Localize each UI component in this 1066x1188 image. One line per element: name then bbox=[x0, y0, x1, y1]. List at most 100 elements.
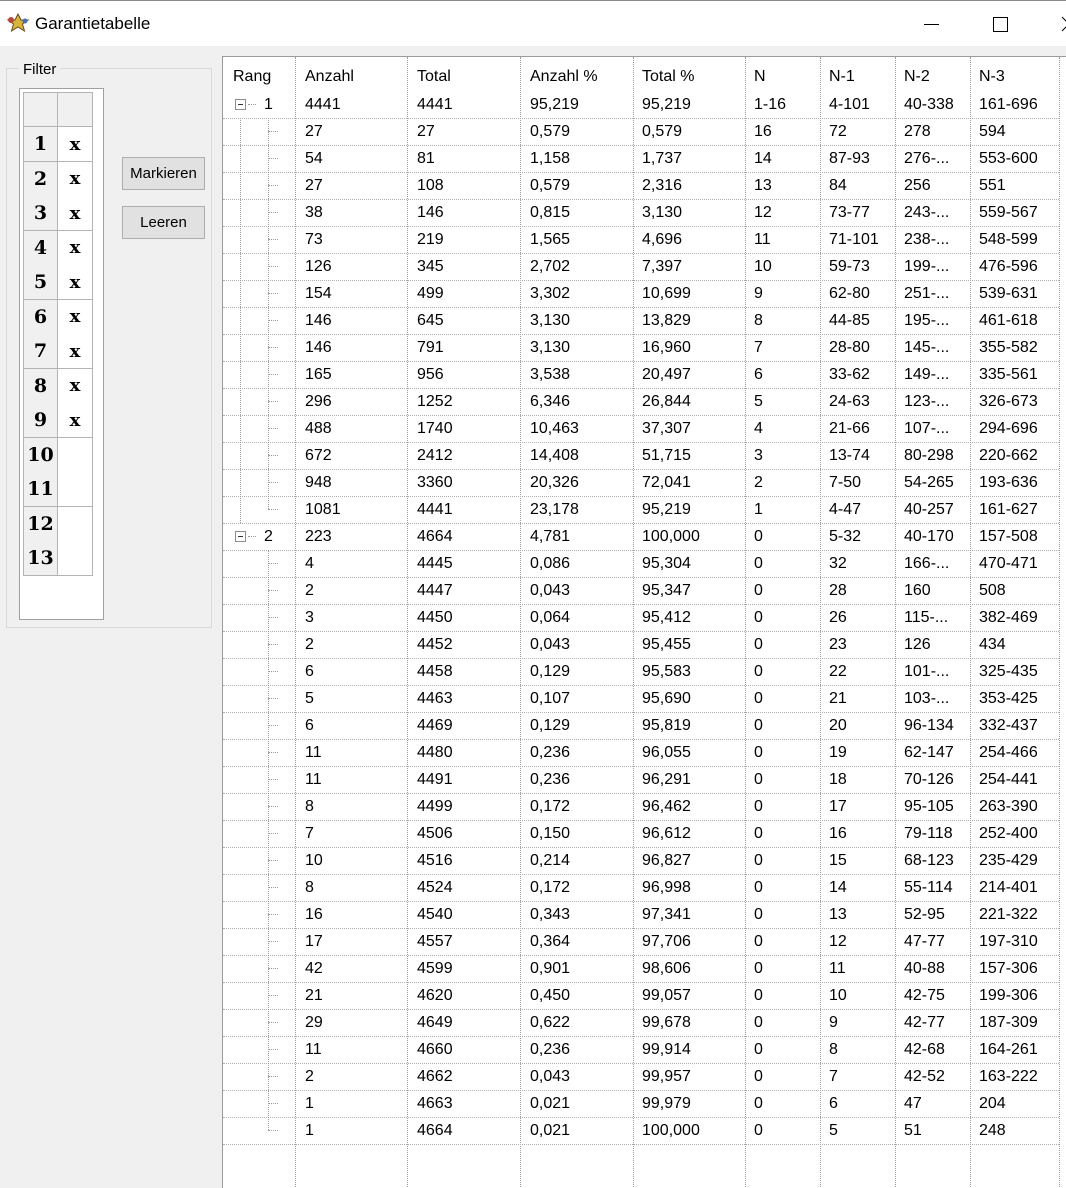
table-cell: 10 bbox=[754, 258, 772, 275]
table-row[interactable]: 154 499 3,302 10,699 9 62-80 251-... 539-631 bbox=[223, 280, 1066, 307]
column-header[interactable]: Total bbox=[417, 63, 451, 90]
table-row[interactable]: 54 81 1,158 1,737 14 87-93 276-... 553-600 bbox=[223, 145, 1066, 172]
column-header[interactable]: N-3 bbox=[979, 63, 1005, 90]
column-header[interactable]: N bbox=[754, 63, 766, 90]
table-row[interactable]: 1 4663 0,021 99,979 0 6 47 204 bbox=[223, 1090, 1066, 1117]
table-group-row[interactable]: 1 4441 4441 95,219 95,219 1-16 4-101 40-338 161-… bbox=[223, 91, 1066, 118]
table-cell: 1 bbox=[754, 501, 763, 518]
filter-row-mark[interactable]: x bbox=[58, 265, 93, 300]
filter-row[interactable]: 4x bbox=[23, 230, 93, 266]
table-row[interactable]: 672 2412 14,408 51,715 3 13-74 80-298 220-662 bbox=[223, 442, 1066, 469]
filter-row[interactable]: 12 bbox=[23, 506, 93, 542]
table-row[interactable]: 6 4458 0,129 95,583 0 22 101-... 325-435 bbox=[223, 658, 1066, 685]
column-header[interactable]: Anzahl % bbox=[530, 63, 598, 90]
table-row[interactable]: 1 4664 0,021 100,000 0 5 51 248 bbox=[223, 1117, 1066, 1144]
column-header[interactable]: N-1 bbox=[829, 63, 855, 90]
filter-row[interactable]: 5x bbox=[23, 265, 93, 300]
table-row[interactable]: 7 4506 0,150 96,612 0 16 79-118 252-400 bbox=[223, 820, 1066, 847]
table-row[interactable]: 38 146 0,815 3,130 12 73-77 243-... 559-567 bbox=[223, 199, 1066, 226]
table-cell: 15 bbox=[829, 852, 847, 869]
table-row[interactable]: 11 4480 0,236 96,055 0 19 62-147 254-466 bbox=[223, 739, 1066, 766]
filter-row[interactable]: 6x bbox=[23, 299, 93, 335]
table-row[interactable]: 488 1740 10,463 37,307 4 21-66 107-... 294-696 bbox=[223, 415, 1066, 442]
filter-row[interactable]: 8x bbox=[23, 368, 93, 404]
table-cell: 52-95 bbox=[904, 906, 945, 923]
filter-row-mark[interactable]: x bbox=[58, 127, 93, 162]
table-cell: 18 bbox=[829, 771, 847, 788]
table-row[interactable]: 126 345 2,702 7,397 10 59-73 199-... 476-596 bbox=[223, 253, 1066, 280]
filter-row-number: 8 bbox=[23, 368, 58, 404]
table-row[interactable]: 948 3360 20,326 72,041 2 7-50 54-265 193-636 bbox=[223, 469, 1066, 496]
table-row[interactable]: 2 4447 0,043 95,347 0 28 160 508 bbox=[223, 577, 1066, 604]
table-row[interactable]: 165 956 3,538 20,497 6 33-62 149-... 335-561 bbox=[223, 361, 1066, 388]
table-row[interactable]: 11 4660 0,236 99,914 0 8 42-68 164-261 bbox=[223, 1036, 1066, 1063]
table-cell: 10 bbox=[305, 852, 323, 869]
filter-row-mark[interactable]: x bbox=[58, 368, 93, 404]
clear-button[interactable]: Leeren bbox=[122, 206, 205, 239]
table-row[interactable]: 146 791 3,130 16,960 7 28-80 145-... 355-582 bbox=[223, 334, 1066, 361]
table-row[interactable]: 8 4524 0,172 96,998 0 14 55-114 214-401 bbox=[223, 874, 1066, 901]
mark-button[interactable]: Markieren bbox=[122, 157, 205, 190]
column-header[interactable]: Anzahl bbox=[305, 63, 354, 90]
filter-row-mark[interactable] bbox=[58, 541, 93, 576]
table-row[interactable]: 10 4516 0,214 96,827 0 15 68-123 235-429 bbox=[223, 847, 1066, 874]
filter-grid[interactable]: 1 x 2 x 3 x 4 x 5 x 6 x 7 x 8 x 9 x 10 11 12 13 bbox=[19, 88, 104, 620]
collapse-icon[interactable] bbox=[235, 531, 246, 542]
tree-connector bbox=[268, 266, 278, 267]
filter-row[interactable]: 11 bbox=[23, 472, 93, 507]
table-row[interactable]: 21 4620 0,450 99,057 0 10 42-75 199-306 bbox=[223, 982, 1066, 1009]
table-row[interactable]: 2 4452 0,043 95,455 0 23 126 434 bbox=[223, 631, 1066, 658]
table-cell: 16,960 bbox=[642, 339, 691, 356]
table-row[interactable]: 11 4491 0,236 96,291 0 18 70-126 254-441 bbox=[223, 766, 1066, 793]
table-row[interactable]: 27 27 0,579 0,579 16 72 278 594 bbox=[223, 118, 1066, 145]
filter-row-mark[interactable] bbox=[58, 472, 93, 507]
table-row[interactable]: 5 4463 0,107 95,690 0 21 103-... 353-425 bbox=[223, 685, 1066, 712]
filter-row-mark[interactable]: x bbox=[58, 161, 93, 197]
filter-row[interactable]: 13 bbox=[23, 541, 93, 576]
column-header[interactable]: N-2 bbox=[904, 63, 930, 90]
tree-connector bbox=[268, 1103, 278, 1104]
table-row[interactable]: 6 4469 0,129 95,819 0 20 96-134 332-437 bbox=[223, 712, 1066, 739]
maximize-button[interactable] bbox=[976, 1, 1022, 47]
table-row[interactable]: 8 4499 0,172 96,462 0 17 95-105 263-390 bbox=[223, 793, 1066, 820]
table-row[interactable]: 73 219 1,565 4,696 11 71-101 238-... 548-599 bbox=[223, 226, 1066, 253]
table-row[interactable]: 42 4599 0,901 98,606 0 11 40-88 157-306 bbox=[223, 955, 1066, 982]
filter-row-mark[interactable]: x bbox=[58, 196, 93, 231]
guarantee-table[interactable]: Rang Anzahl Total Anzahl % Total % N N-1 N-2 N-3… bbox=[222, 56, 1066, 1188]
table-row[interactable]: 4 4445 0,086 95,304 0 32 166-... 470-471 bbox=[223, 550, 1066, 577]
filter-row-mark[interactable] bbox=[58, 437, 93, 473]
column-header[interactable]: Total % bbox=[642, 63, 694, 90]
filter-row[interactable]: 3x bbox=[23, 196, 93, 231]
table-row[interactable]: 3 4450 0,064 95,412 0 26 115-... 382-469 bbox=[223, 604, 1066, 631]
filter-row-mark[interactable] bbox=[58, 506, 93, 542]
table-row[interactable]: 16 4540 0,343 97,341 0 13 52-95 221-322 bbox=[223, 901, 1066, 928]
filter-row[interactable]: 2x bbox=[23, 161, 93, 197]
table-group-row[interactable]: 2 223 4664 4,781 100,000 0 5-32 40-170 157-508 bbox=[223, 523, 1066, 550]
close-button[interactable] bbox=[1044, 1, 1066, 47]
filter-row[interactable]: 1x bbox=[23, 127, 93, 162]
table-row[interactable]: 17 4557 0,364 97,706 0 12 47-77 197-310 bbox=[223, 928, 1066, 955]
table-row[interactable]: 2 4662 0,043 99,957 0 7 42-52 163-222 bbox=[223, 1063, 1066, 1090]
filter-row[interactable]: 9x bbox=[23, 403, 93, 438]
table-row[interactable]: 146 645 3,130 13,829 8 44-85 195-... 461-618 bbox=[223, 307, 1066, 334]
table-cell: 434 bbox=[979, 636, 1006, 653]
table-row[interactable]: 296 1252 6,346 26,844 5 24-63 123-... 326-673 bbox=[223, 388, 1066, 415]
table-cell: 263-390 bbox=[979, 798, 1038, 815]
filter-row-mark[interactable]: x bbox=[58, 403, 93, 438]
table-row[interactable]: 29 4649 0,622 99,678 0 9 42-77 187-309 bbox=[223, 1009, 1066, 1036]
tree-connector bbox=[268, 185, 278, 186]
filter-row-mark[interactable]: x bbox=[58, 230, 93, 266]
filter-row[interactable]: 7x bbox=[23, 334, 93, 369]
table-cell: 461-618 bbox=[979, 312, 1038, 329]
table-cell: 96,827 bbox=[642, 852, 691, 869]
table-row[interactable]: 27 108 0,579 2,316 13 84 256 551 bbox=[223, 172, 1066, 199]
minimize-button[interactable] bbox=[908, 1, 954, 47]
filter-row[interactable]: 10 bbox=[23, 437, 93, 473]
column-header[interactable]: Rang bbox=[233, 63, 271, 90]
collapse-icon[interactable] bbox=[235, 99, 246, 110]
table-cell: 72,041 bbox=[642, 474, 691, 491]
filter-row-mark[interactable]: x bbox=[58, 299, 93, 335]
table-row[interactable]: 1081 4441 23,178 95,219 1 4-47 40-257 161-627 bbox=[223, 496, 1066, 523]
table-cell: 0,622 bbox=[530, 1014, 571, 1031]
filter-row-mark[interactable]: x bbox=[58, 334, 93, 369]
